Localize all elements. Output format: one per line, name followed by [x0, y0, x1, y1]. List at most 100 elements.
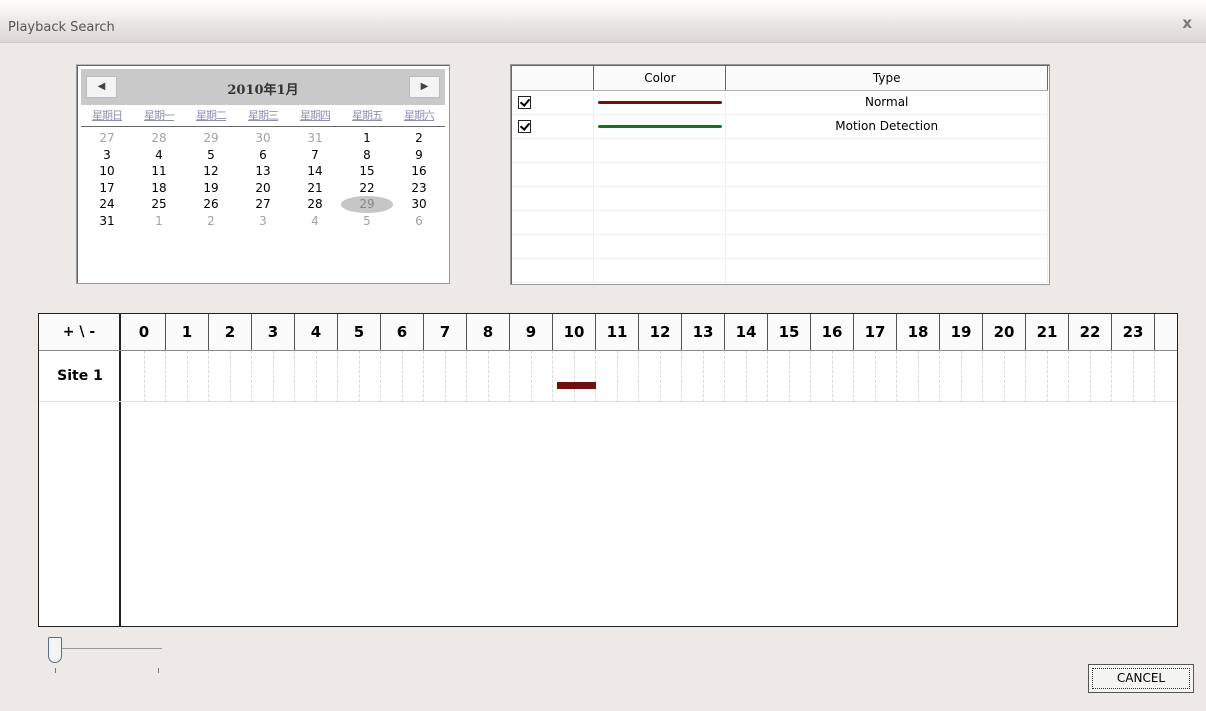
hour-header[interactable]: 0 — [123, 314, 166, 350]
hour-header[interactable]: 8 — [467, 314, 510, 350]
calendar-day[interactable]: 31 — [289, 130, 341, 147]
calendar-day[interactable]: 6 — [393, 213, 445, 230]
legend-row — [512, 162, 1048, 187]
hour-header[interactable]: 20 — [983, 314, 1026, 350]
calendar-day-selected[interactable]: 29 — [341, 196, 393, 213]
calendar-day[interactable]: 28 — [289, 196, 341, 213]
hour-header[interactable]: 14 — [725, 314, 768, 350]
hour-gridline — [1111, 351, 1112, 402]
calendar-day[interactable]: 11 — [133, 163, 185, 180]
calendar-day[interactable]: 9 — [393, 147, 445, 164]
calendar-day[interactable]: 10 — [81, 163, 133, 180]
hour-header[interactable]: 17 — [854, 314, 897, 350]
calendar-day[interactable]: 13 — [237, 163, 289, 180]
hour-gridline — [466, 351, 467, 402]
slider-tick — [55, 668, 56, 673]
hour-header[interactable]: 10 — [553, 314, 596, 350]
hour-header[interactable]: 16 — [811, 314, 854, 350]
calendar-day[interactable]: 27 — [81, 130, 133, 147]
calendar-day[interactable]: 21 — [289, 180, 341, 197]
legend-row — [512, 138, 1048, 163]
record-type-label: Motion Detection — [835, 119, 939, 133]
weekday-label: 星期四 — [300, 109, 331, 122]
calendar-day[interactable]: 4 — [289, 213, 341, 230]
calendar-day[interactable]: 19 — [185, 180, 237, 197]
calendar-day[interactable]: 3 — [81, 147, 133, 164]
calendar-day[interactable]: 26 — [185, 196, 237, 213]
hour-header[interactable]: 6 — [381, 314, 424, 350]
calendar-day[interactable]: 2 — [393, 130, 445, 147]
calendar-day[interactable]: 5 — [185, 147, 237, 164]
zoom-slider[interactable] — [44, 636, 174, 676]
cancel-button[interactable]: CANCEL — [1088, 664, 1194, 693]
slider-thumb[interactable] — [48, 637, 62, 663]
hour-header[interactable]: 7 — [424, 314, 467, 350]
calendar-day[interactable]: 14 — [289, 163, 341, 180]
calendar-day[interactable]: 29 — [185, 130, 237, 147]
calendar-day[interactable]: 24 — [81, 196, 133, 213]
calendar-day[interactable]: 16 — [393, 163, 445, 180]
hour-gridline — [982, 351, 983, 402]
record-type-checkbox[interactable] — [518, 96, 531, 109]
hour-gridline — [896, 351, 897, 402]
hour-header[interactable]: 3 — [252, 314, 295, 350]
calendar-day[interactable]: 6 — [237, 147, 289, 164]
calendar-day[interactable]: 25 — [133, 196, 185, 213]
calendar-day[interactable]: 20 — [237, 180, 289, 197]
calendar-day[interactable]: 8 — [341, 147, 393, 164]
calendar-day[interactable]: 4 — [133, 147, 185, 164]
hour-header[interactable]: 13 — [682, 314, 725, 350]
calendar-day[interactable]: 23 — [393, 180, 445, 197]
site-timeline-row[interactable] — [123, 351, 1177, 402]
site-label: Site 1 — [39, 351, 121, 402]
next-month-button[interactable]: ▶ — [409, 76, 440, 98]
hour-header[interactable]: 2 — [209, 314, 252, 350]
close-icon[interactable]: x — [1182, 14, 1192, 32]
hour-header[interactable]: 23 — [1112, 314, 1155, 350]
calendar-day[interactable]: 2 — [185, 213, 237, 230]
calendar-day[interactable]: 28 — [133, 130, 185, 147]
hour-header[interactable]: 21 — [1026, 314, 1069, 350]
recording-segment[interactable] — [557, 382, 596, 389]
hour-gridline — [423, 351, 424, 402]
hour-header[interactable]: 9 — [510, 314, 553, 350]
record-type-checkbox[interactable] — [518, 120, 531, 133]
hour-gridline — [337, 351, 338, 402]
hour-gridline — [294, 351, 295, 402]
calendar-day[interactable]: 31 — [81, 213, 133, 230]
month-calendar[interactable]: ◀ 2010年1月 ▶ 星期日 星期一 星期二 星期三 星期四 星期五 星期六 27 28 29… — [76, 64, 450, 284]
hour-header[interactable]: 1 — [166, 314, 209, 350]
hour-header[interactable]: 22 — [1069, 314, 1112, 350]
calendar-day[interactable]: 17 — [81, 180, 133, 197]
calendar-day[interactable]: 7 — [289, 147, 341, 164]
weekday-label: 星期六 — [404, 109, 435, 122]
hour-header[interactable]: 18 — [897, 314, 940, 350]
calendar-day[interactable]: 18 — [133, 180, 185, 197]
hour-gridline — [445, 351, 446, 402]
hour-gridline — [488, 351, 489, 402]
hour-gridline — [273, 351, 274, 402]
hour-header[interactable]: 4 — [295, 314, 338, 350]
zoom-toggle-button[interactable]: + \ - — [39, 314, 121, 350]
calendar-day[interactable]: 30 — [237, 130, 289, 147]
hour-gridline — [316, 351, 317, 402]
calendar-day[interactable]: 1 — [341, 130, 393, 147]
hour-header[interactable]: 19 — [940, 314, 983, 350]
calendar-day[interactable]: 3 — [237, 213, 289, 230]
calendar-day[interactable]: 12 — [185, 163, 237, 180]
calendar-day[interactable]: 15 — [341, 163, 393, 180]
hour-gridline — [574, 351, 575, 402]
legend-row — [512, 258, 1048, 283]
calendar-day[interactable]: 22 — [341, 180, 393, 197]
hour-header[interactable]: 11 — [596, 314, 639, 350]
hour-gridline — [681, 351, 682, 402]
calendar-day[interactable]: 1 — [133, 213, 185, 230]
calendar-month-label: 2010年1月 — [227, 83, 299, 98]
hour-header[interactable]: 12 — [639, 314, 682, 350]
calendar-day[interactable]: 5 — [341, 213, 393, 230]
hour-header[interactable]: 5 — [338, 314, 381, 350]
hour-gridline — [875, 351, 876, 402]
calendar-day[interactable]: 27 — [237, 196, 289, 213]
hour-header[interactable]: 15 — [768, 314, 811, 350]
calendar-day[interactable]: 30 — [393, 196, 445, 213]
